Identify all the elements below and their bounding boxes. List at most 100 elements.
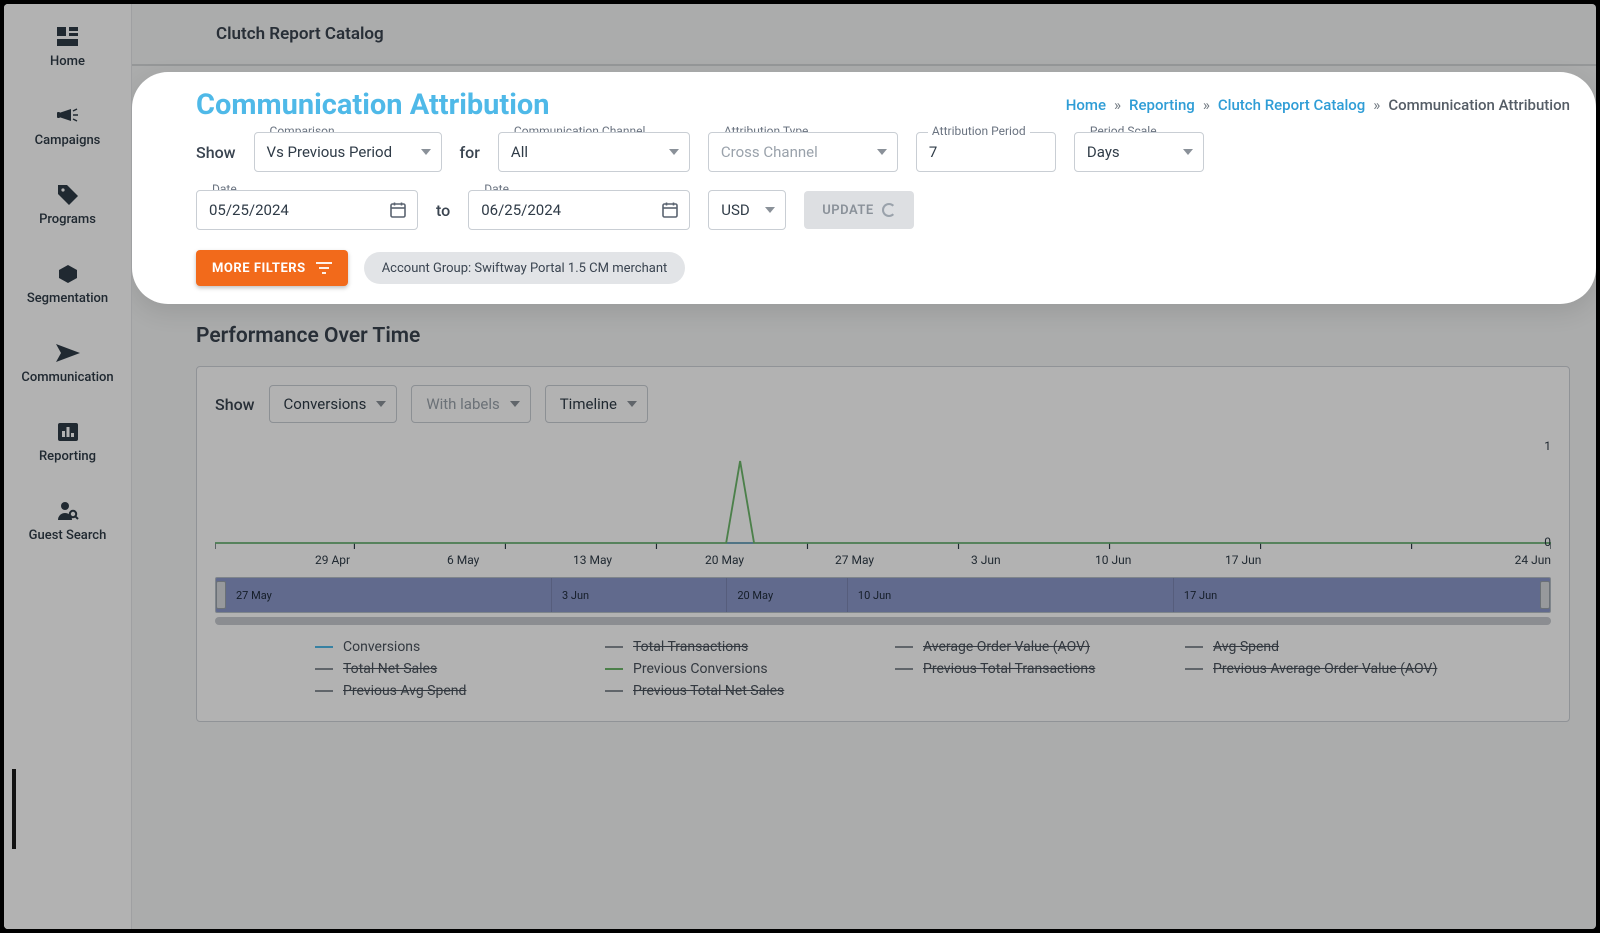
- chevron-down-icon: [376, 401, 386, 407]
- timeline-select[interactable]: Timeline: [545, 385, 648, 423]
- legend-item[interactable]: Total Transactions: [605, 639, 871, 655]
- legend-item[interactable]: Previous Conversions: [605, 661, 871, 677]
- sep-icon: »: [1114, 96, 1121, 114]
- labels-select[interactable]: With labels: [411, 385, 530, 423]
- update-button[interactable]: UPDATE: [804, 191, 914, 229]
- legend-item[interactable]: Average Order Value (AOV): [895, 639, 1161, 655]
- labels-value: With labels: [426, 395, 499, 413]
- legend-label: Previous Average Order Value (AOV): [1213, 661, 1437, 677]
- calendar-icon: [661, 201, 679, 219]
- home-icon: [54, 26, 82, 48]
- breadcrumb-current: Communication Attribution: [1388, 96, 1570, 114]
- scrub-tick: 17 Jun: [1184, 589, 1217, 602]
- period-scale-select[interactable]: Days: [1074, 132, 1204, 172]
- breadcrumb-home[interactable]: Home: [1066, 96, 1106, 114]
- scrubber-scrollbar[interactable]: [215, 617, 1551, 625]
- legend-item[interactable]: Previous Total Net Sales: [605, 683, 871, 699]
- attr-type-value: Cross Channel: [721, 143, 818, 161]
- comparison-select[interactable]: Vs Previous Period: [254, 132, 442, 172]
- y-min-label: 0: [1544, 535, 1551, 549]
- attr-period-value: 7: [929, 143, 937, 161]
- timeline-scrubber[interactable]: 27 May 3 Jun 20 May 10 Jun 17 Jun: [215, 577, 1551, 613]
- sidebar-item-home[interactable]: Home: [4, 22, 131, 73]
- xtick: 27 May: [835, 553, 874, 567]
- for-label: for: [460, 143, 480, 162]
- xtick: 6 May: [447, 553, 479, 567]
- channel-select[interactable]: All: [498, 132, 690, 172]
- scrub-tick: 27 May: [236, 589, 272, 602]
- currency-select[interactable]: USD: [708, 190, 786, 230]
- legend-swatch: [605, 668, 623, 670]
- sidebar-item-segmentation[interactable]: Segmentation: [4, 259, 131, 310]
- breadcrumb-reporting[interactable]: Reporting: [1129, 96, 1195, 114]
- legend-label: Average Order Value (AOV): [923, 639, 1090, 655]
- xtick: 10 Jun: [1095, 553, 1131, 567]
- legend-swatch: [605, 646, 623, 648]
- chevron-down-icon: [669, 149, 679, 155]
- legend-item[interactable]: Conversions: [315, 639, 581, 655]
- scrub-handle-left[interactable]: [216, 581, 226, 609]
- scrub-tick: 10 Jun: [858, 589, 891, 602]
- scrub-tick: 3 Jun: [562, 589, 589, 602]
- chevron-down-icon: [421, 149, 431, 155]
- sidebar-item-guest-search[interactable]: Guest Search: [4, 496, 131, 547]
- legend-item[interactable]: Previous Average Order Value (AOV): [1185, 661, 1451, 677]
- date-to-input[interactable]: 06/25/2024: [468, 190, 690, 230]
- legend-item[interactable]: Previous Avg Spend: [315, 683, 581, 699]
- chevron-down-icon: [510, 401, 520, 407]
- metric-value: Conversions: [284, 395, 367, 413]
- chart-show-label: Show: [215, 395, 255, 414]
- legend-swatch: [895, 646, 913, 648]
- show-label: Show: [196, 143, 236, 162]
- legend-item[interactable]: Avg Spend: [1185, 639, 1451, 655]
- y-max-label: 1: [1544, 439, 1551, 453]
- breadcrumb-catalog[interactable]: Clutch Report Catalog: [1218, 96, 1365, 114]
- hex-icon: [54, 263, 82, 285]
- legend-label: Previous Total Net Sales: [633, 683, 784, 699]
- date-from-input[interactable]: 05/25/2024: [196, 190, 418, 230]
- date-to-value: 06/25/2024: [481, 201, 561, 219]
- xtick: 24 Jun: [1515, 553, 1551, 567]
- sidebar-item-label: Programs: [39, 212, 96, 227]
- sidebar-item-programs[interactable]: Programs: [4, 180, 131, 231]
- xtick: 29 Apr: [315, 553, 350, 567]
- performance-section: Performance Over Time Show Conversions W…: [132, 304, 1596, 722]
- xtick: 3 Jun: [971, 553, 1001, 567]
- update-label: UPDATE: [822, 203, 874, 218]
- attribution-period-input[interactable]: 7: [916, 132, 1056, 172]
- more-filters-button[interactable]: MORE FILTERS: [196, 250, 348, 286]
- chart-plot: 1 0: [215, 443, 1551, 573]
- legend-item[interactable]: Previous Total Transactions: [895, 661, 1161, 677]
- chart-legend: Conversions Total Transactions Average Ord…: [215, 639, 1551, 699]
- sidebar-item-label: Guest Search: [29, 528, 107, 543]
- sidebar-item-campaigns[interactable]: Campaigns: [4, 101, 131, 152]
- metric-select[interactable]: Conversions: [269, 385, 398, 423]
- performance-title: Performance Over Time: [196, 324, 1570, 348]
- person-search-icon: [54, 500, 82, 522]
- sidebar: Home Campaigns Programs Segmentation Com…: [4, 4, 132, 929]
- legend-item[interactable]: Total Net Sales: [315, 661, 581, 677]
- xtick: 17 Jun: [1225, 553, 1261, 567]
- sidebar-item-reporting[interactable]: Reporting: [4, 417, 131, 468]
- filter-chip-account-group[interactable]: Account Group: Swiftway Portal 1.5 CM me…: [364, 252, 686, 284]
- chevron-down-icon: [627, 401, 637, 407]
- date-from-value: 05/25/2024: [209, 201, 289, 219]
- chart-card: Show Conversions With labels Timeline: [196, 366, 1570, 722]
- comparison-value: Vs Previous Period: [267, 143, 393, 161]
- sidebar-item-label: Campaigns: [35, 133, 101, 148]
- megaphone-icon: [54, 105, 82, 127]
- page-title: Communication Attribution: [196, 88, 550, 122]
- legend-label: Previous Total Transactions: [923, 661, 1095, 677]
- legend-swatch: [315, 646, 333, 648]
- sep-icon: »: [1203, 96, 1210, 114]
- sidebar-item-communication[interactable]: Communication: [4, 338, 131, 389]
- sidebar-item-label: Communication: [21, 370, 113, 385]
- sidebar-item-label: Home: [50, 54, 85, 69]
- scrub-tick: 20 May: [737, 589, 773, 602]
- chevron-down-icon: [877, 149, 887, 155]
- attribution-type-select[interactable]: Cross Channel: [708, 132, 898, 172]
- legend-label: Total Transactions: [633, 639, 748, 655]
- legend-label: Previous Avg Spend: [343, 683, 466, 699]
- scrub-handle-right[interactable]: [1540, 581, 1550, 609]
- sidebar-item-label: Segmentation: [27, 291, 108, 306]
